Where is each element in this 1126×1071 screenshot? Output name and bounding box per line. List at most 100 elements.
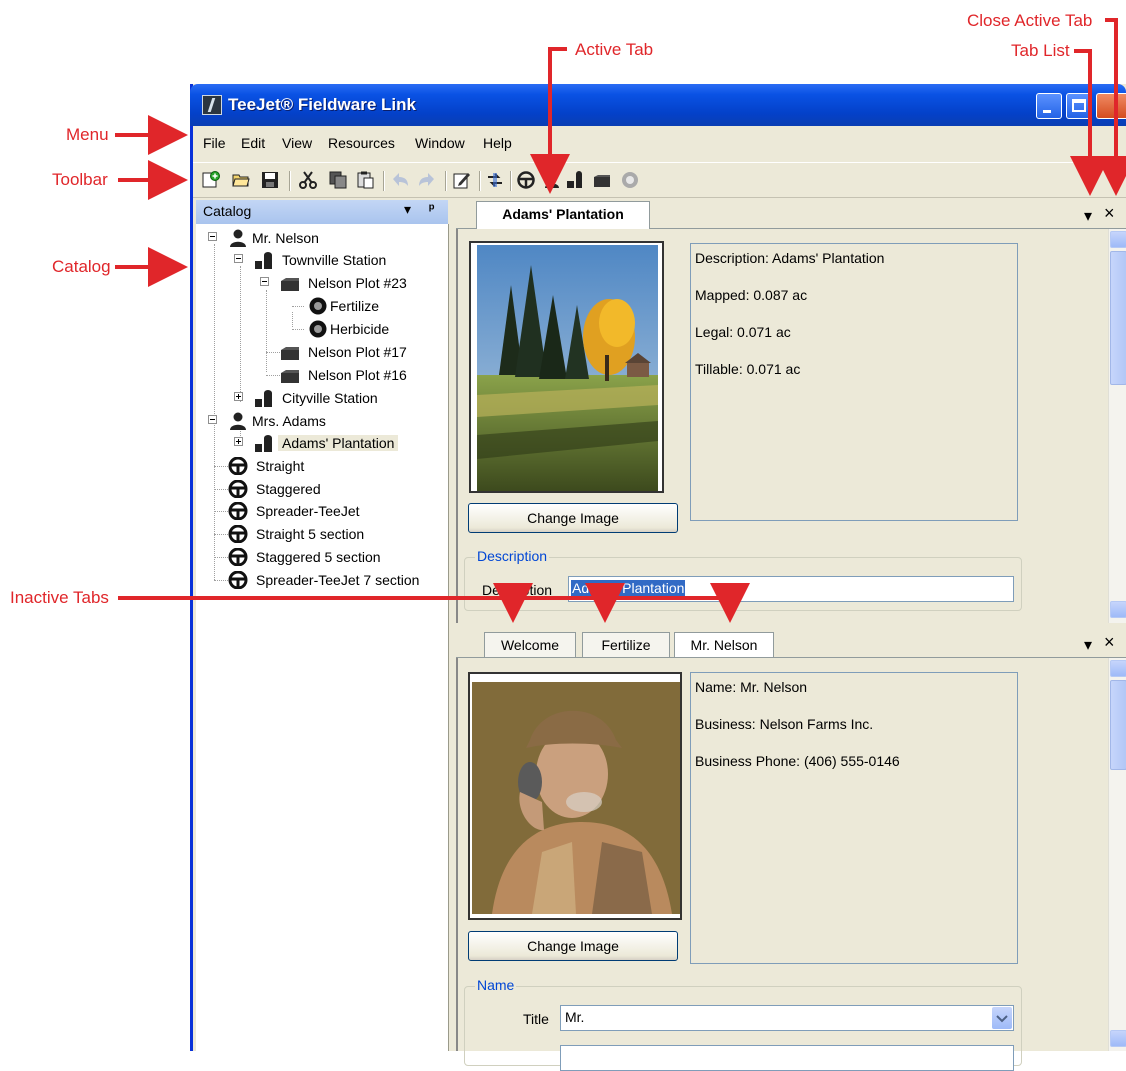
close-window-button[interactable] [1096, 93, 1126, 119]
tab-list-button[interactable]: ▾ [1084, 635, 1092, 655]
field-icon [281, 347, 299, 360]
tree-item-label: Adams' Plantation [278, 435, 399, 451]
minimize-button[interactable] [1036, 93, 1062, 119]
tab-mr-nelson[interactable]: Mr. Nelson [674, 632, 774, 657]
job-icon[interactable] [621, 171, 639, 189]
change-image-button[interactable]: Change Image [468, 503, 678, 533]
farm-icon [255, 252, 272, 269]
collapse-icon[interactable] [208, 415, 217, 424]
scroll-down-icon[interactable] [1110, 601, 1126, 618]
name-field[interactable] [560, 1045, 1014, 1071]
menu-file[interactable]: File [203, 135, 226, 151]
description-field[interactable]: Adams' Plantation [568, 576, 1014, 602]
tree-item-label: Straight [256, 458, 305, 474]
callout-menu: Menu [66, 125, 109, 144]
close-tab-button[interactable]: × [1104, 632, 1115, 653]
menu-resources[interactable]: Resources [328, 135, 395, 151]
tree-item-label: Mr. Nelson [252, 230, 319, 246]
steering-icon [228, 457, 248, 475]
collapse-icon[interactable] [234, 254, 243, 263]
title-select[interactable]: Mr. [560, 1005, 1014, 1031]
bottom-tabstrip: Welcome Fertilize Mr. Nelson ▾ × [456, 629, 1126, 658]
tree-item-label: Nelson Plot #23 [308, 275, 407, 291]
tab-fertilize[interactable]: Fertilize [582, 632, 670, 657]
undo-icon[interactable] [391, 171, 409, 189]
bottom-scrollbar[interactable] [1108, 658, 1126, 1051]
tab-adams-plantation[interactable]: Adams' Plantation [476, 201, 650, 229]
landscape-image [477, 245, 658, 491]
new-icon[interactable] [202, 171, 220, 189]
expand-icon[interactable] [234, 392, 243, 401]
top-scrollbar[interactable] [1108, 229, 1126, 623]
menu-edit[interactable]: Edit [241, 135, 265, 151]
scroll-thumb[interactable] [1110, 251, 1126, 385]
farm-icon [255, 435, 272, 452]
field-icon [281, 278, 299, 291]
job-icon [309, 297, 327, 315]
close-tab-button[interactable]: × [1104, 203, 1115, 224]
tree-item-label: Spreader-TeeJet 7 section [256, 572, 420, 588]
description-group-title: Description [475, 548, 550, 564]
catalog-title: Catalog [203, 203, 252, 219]
menu-bar: File Edit View Resources Window Help [193, 126, 1126, 162]
menu-window[interactable]: Window [415, 135, 465, 151]
steering-icon[interactable] [517, 171, 535, 189]
menu-view[interactable]: View [282, 135, 312, 151]
tree-item-label: Staggered [256, 481, 321, 497]
scroll-thumb[interactable] [1110, 680, 1126, 770]
redo-icon[interactable] [418, 171, 436, 189]
change-image-button[interactable]: Change Image [468, 931, 678, 961]
collapse-icon[interactable] [208, 232, 217, 241]
tree-item-label: Spreader-TeeJet [256, 503, 360, 519]
collapse-icon[interactable] [260, 277, 269, 286]
steering-icon [228, 571, 248, 589]
tab-list-button[interactable]: ▾ [1084, 206, 1092, 226]
info-tillable: Tillable: 0.071 ac [695, 361, 801, 377]
edit-icon[interactable] [453, 171, 471, 189]
top-document: Description: Adams' Plantation Mapped: 0… [456, 229, 1126, 623]
tree-item-label: Fertilize [330, 298, 380, 314]
customer-icon[interactable] [543, 171, 561, 189]
paste-icon[interactable] [356, 171, 374, 189]
name-group: Name Title Mr. [464, 977, 1022, 1071]
tab-welcome[interactable]: Welcome [484, 632, 576, 657]
cut-icon[interactable] [299, 171, 317, 189]
catalog-dropdown-icon[interactable]: ▾ [404, 201, 411, 218]
expand-icon[interactable] [234, 437, 243, 446]
scroll-down-icon[interactable] [1110, 1030, 1126, 1047]
tree-item-label: Straight 5 section [256, 526, 365, 542]
tree-item-label: Nelson Plot #17 [308, 344, 407, 360]
description-group: Description Description Adams' Plantatio… [464, 548, 1022, 611]
menu-help[interactable]: Help [483, 135, 512, 151]
steering-icon [228, 502, 248, 520]
scroll-up-icon[interactable] [1110, 660, 1126, 677]
callout-active-tab: Active Tab [575, 40, 654, 59]
chevron-down-icon[interactable] [992, 1007, 1012, 1029]
tree-item-label: Herbicide [330, 321, 390, 337]
transfer-icon[interactable] [486, 171, 504, 189]
scroll-up-icon[interactable] [1110, 231, 1126, 248]
field-photo [469, 241, 664, 493]
field-icon[interactable] [593, 171, 611, 189]
farm-icon[interactable] [566, 171, 584, 189]
tree-item-label: Townville Station [282, 252, 387, 268]
copy-icon[interactable] [329, 171, 347, 189]
tree-item-label: Staggered 5 section [256, 549, 381, 565]
maximize-button[interactable] [1066, 93, 1092, 119]
top-tabstrip: Adams' Plantation ▾ × [456, 200, 1126, 229]
field-info-box: Description: Adams' Plantation Mapped: 0… [690, 243, 1018, 521]
customer-icon [230, 229, 246, 247]
save-icon[interactable] [261, 171, 279, 189]
job-icon [309, 320, 327, 338]
open-icon[interactable] [232, 171, 250, 189]
info-business-phone: Business Phone: (406) 555-0146 [695, 753, 900, 769]
toolbar [193, 162, 1126, 198]
title-bar[interactable]: TeeJet® Fieldware Link [190, 84, 1126, 126]
info-business: Business: Nelson Farms Inc. [695, 716, 874, 732]
info-description: Description: Adams' Plantation [695, 250, 885, 266]
callout-toolbar: Toolbar [52, 170, 108, 189]
catalog-tree: Mr. Nelson Townville Station Nelson Plot… [196, 224, 449, 1051]
title-label: Title [523, 1011, 549, 1027]
catalog-pin-icon[interactable]: ᵖ [429, 200, 434, 216]
callout-tab-list: Tab List [1011, 41, 1070, 60]
